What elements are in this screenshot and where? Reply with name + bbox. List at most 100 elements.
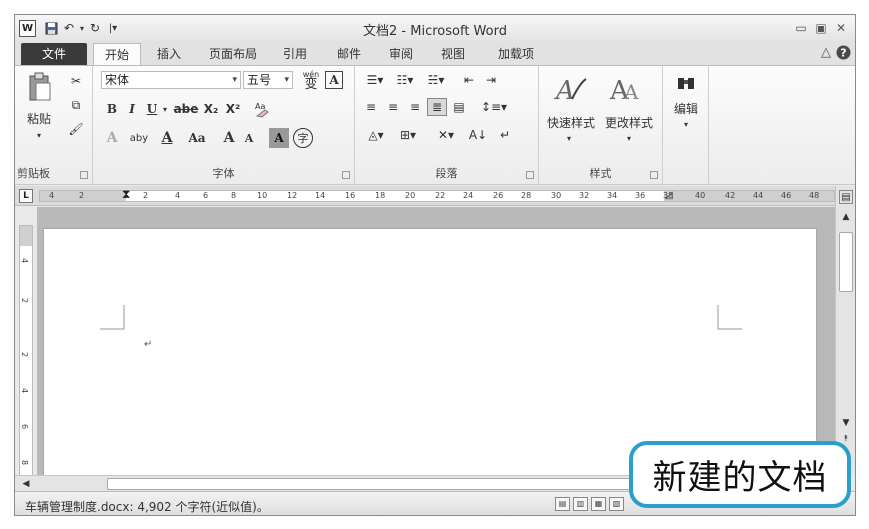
outline-view-icon[interactable]: ▧ xyxy=(609,497,624,511)
tab-review[interactable]: 审阅 xyxy=(383,43,419,65)
phonetic-char: 变 xyxy=(304,77,318,92)
tab-selector[interactable]: L xyxy=(19,189,33,203)
underline-dropdown-icon[interactable]: ▾ xyxy=(161,100,169,118)
change-styles-dropdown-icon[interactable]: ▾ xyxy=(621,132,637,144)
help-icon[interactable]: ? xyxy=(836,45,851,64)
subscript-button[interactable]: X₂ xyxy=(201,100,221,118)
chinese-layout-icon[interactable]: ✕▾ xyxy=(431,126,461,144)
underline-button[interactable]: U xyxy=(143,100,161,118)
ruler-label: 48 xyxy=(809,191,820,200)
margin-corner-top-right xyxy=(717,305,742,330)
character-border-button[interactable]: A xyxy=(325,71,343,89)
horizontal-ruler[interactable]: L ⧗ ◿ 4 2 2 4 6 8 10 12 14 16 18 20 22 2… xyxy=(15,186,855,206)
scroll-down-icon[interactable]: ▼ xyxy=(839,416,853,430)
bullets-icon[interactable]: ☰▾ xyxy=(361,71,389,89)
editing-dropdown-icon[interactable]: ▾ xyxy=(679,118,693,130)
align-left-icon[interactable]: ≡ xyxy=(361,98,381,116)
minimize-ribbon-icon[interactable]: △ xyxy=(821,45,831,60)
margin-corner-top-left xyxy=(100,305,125,330)
paste-dropdown-icon[interactable]: ▾ xyxy=(31,128,47,142)
strikethrough-button[interactable]: abe xyxy=(173,100,199,118)
clipboard-launcher-icon[interactable] xyxy=(80,171,88,179)
group-label-styles: 样式 xyxy=(589,167,612,180)
status-word-count[interactable]: 车辆管理制度.docx: 4,902 个字符(近似值)。 xyxy=(25,498,269,515)
editing-button[interactable]: 编辑 xyxy=(667,100,705,116)
paste-icon[interactable] xyxy=(25,70,55,104)
document-area[interactable]: ↵ xyxy=(37,207,835,475)
window-title: 文档2 - Microsoft Word xyxy=(363,24,507,39)
sort-icon[interactable]: A↓ xyxy=(467,126,489,144)
vertical-scroll-thumb[interactable] xyxy=(839,232,853,292)
vertical-scrollbar[interactable]: ▤ ▲ ▼ ⯭ ● xyxy=(835,186,855,476)
tab-page-layout[interactable]: 页面布局 xyxy=(201,43,265,65)
font-size-select[interactable]: 五号 ▾ xyxy=(243,71,293,89)
shrink-font-button[interactable]: A xyxy=(239,128,259,148)
multilevel-list-icon[interactable]: ☵▾ xyxy=(421,71,451,89)
copy-icon[interactable]: ⧉ xyxy=(67,96,85,114)
ruler-label: 34 xyxy=(607,191,618,200)
distributed-icon[interactable]: ▤ xyxy=(449,98,469,116)
web-layout-icon[interactable]: ▦ xyxy=(591,497,606,511)
justify-icon[interactable]: ≣ xyxy=(427,98,447,116)
styles-launcher-icon[interactable] xyxy=(650,171,658,179)
character-shading-button[interactable]: A xyxy=(269,128,289,148)
quick-styles-icon[interactable]: A xyxy=(551,70,591,108)
binoculars-icon[interactable] xyxy=(673,72,699,94)
paragraph-mark-icon: ↵ xyxy=(144,339,153,350)
tab-addins[interactable]: 加载项 xyxy=(491,43,541,65)
superscript-button[interactable]: X² xyxy=(223,100,243,118)
cut-icon[interactable]: ✂ xyxy=(67,72,85,90)
borders-icon[interactable]: ⊞▾ xyxy=(393,126,423,144)
scroll-left-icon[interactable]: ◀ xyxy=(19,477,33,491)
numbering-icon[interactable]: ☷▾ xyxy=(391,71,419,89)
format-painter-icon[interactable]: 🖌 xyxy=(67,120,85,138)
document-page[interactable]: ↵ xyxy=(44,229,816,475)
italic-button[interactable]: I xyxy=(123,100,141,118)
highlight-button[interactable]: aby xyxy=(125,128,153,148)
indent-marker-icon[interactable]: ⧗ xyxy=(122,188,130,200)
chevron-down-icon: ▾ xyxy=(284,75,289,85)
change-styles-icon[interactable]: AA xyxy=(605,70,645,108)
ruler-label: 38 xyxy=(663,191,674,200)
vertical-ruler[interactable]: 4 2 2 4 6 8 xyxy=(19,225,33,485)
tab-references[interactable]: 引用 xyxy=(277,43,313,65)
paste-button[interactable]: 粘贴 xyxy=(23,110,55,126)
change-case-button[interactable]: Aa xyxy=(183,128,211,148)
line-spacing-icon[interactable]: ↕≡▾ xyxy=(481,98,507,116)
quick-styles-button[interactable]: 快速样式 xyxy=(543,114,599,130)
tab-mailings[interactable]: 邮件 xyxy=(331,43,367,65)
font-name-select[interactable]: 宋体 ▾ xyxy=(101,71,241,89)
shading-icon[interactable]: ◬▾ xyxy=(361,126,391,144)
ruler-label: 2 xyxy=(79,191,85,200)
tab-file[interactable]: 文件 xyxy=(21,43,87,65)
align-center-icon[interactable]: ≡ xyxy=(383,98,403,116)
tab-home[interactable]: 开始 xyxy=(93,43,141,65)
align-right-icon[interactable]: ≡ xyxy=(405,98,425,116)
ruler-toggle-icon[interactable]: ▤ xyxy=(839,190,853,204)
font-launcher-icon[interactable] xyxy=(342,171,350,179)
enclose-characters-button[interactable]: 字 xyxy=(293,128,313,148)
clear-formatting-icon[interactable]: Aa xyxy=(251,98,273,120)
ruler-label: 46 xyxy=(781,191,792,200)
text-effects-button[interactable]: A xyxy=(101,128,123,148)
scroll-up-icon[interactable]: ▲ xyxy=(839,210,853,224)
minimize-icon[interactable]: ▭ xyxy=(791,19,811,37)
close-icon[interactable]: ✕ xyxy=(831,19,851,37)
tab-view[interactable]: 视图 xyxy=(435,43,471,65)
font-color-button[interactable]: A xyxy=(157,128,177,148)
restore-icon[interactable]: ▣ xyxy=(811,19,831,37)
print-layout-view-icon[interactable]: ▤ xyxy=(555,497,570,511)
full-screen-reading-icon[interactable]: ▥ xyxy=(573,497,588,511)
group-label-font: 字体 xyxy=(212,167,235,180)
phonetic-guide-button[interactable]: wén 变 xyxy=(299,69,323,91)
paragraph-launcher-icon[interactable] xyxy=(526,171,534,179)
show-marks-icon[interactable]: ↵ xyxy=(495,126,515,144)
bold-button[interactable]: B xyxy=(103,100,121,118)
ruler-label: 16 xyxy=(345,191,356,200)
quick-styles-dropdown-icon[interactable]: ▾ xyxy=(561,132,577,144)
increase-indent-icon[interactable]: ⇥ xyxy=(481,71,501,89)
change-styles-button[interactable]: 更改样式 xyxy=(601,114,657,130)
tab-insert[interactable]: 插入 xyxy=(149,43,189,65)
decrease-indent-icon[interactable]: ⇤ xyxy=(459,71,479,89)
grow-font-button[interactable]: A xyxy=(219,128,239,148)
